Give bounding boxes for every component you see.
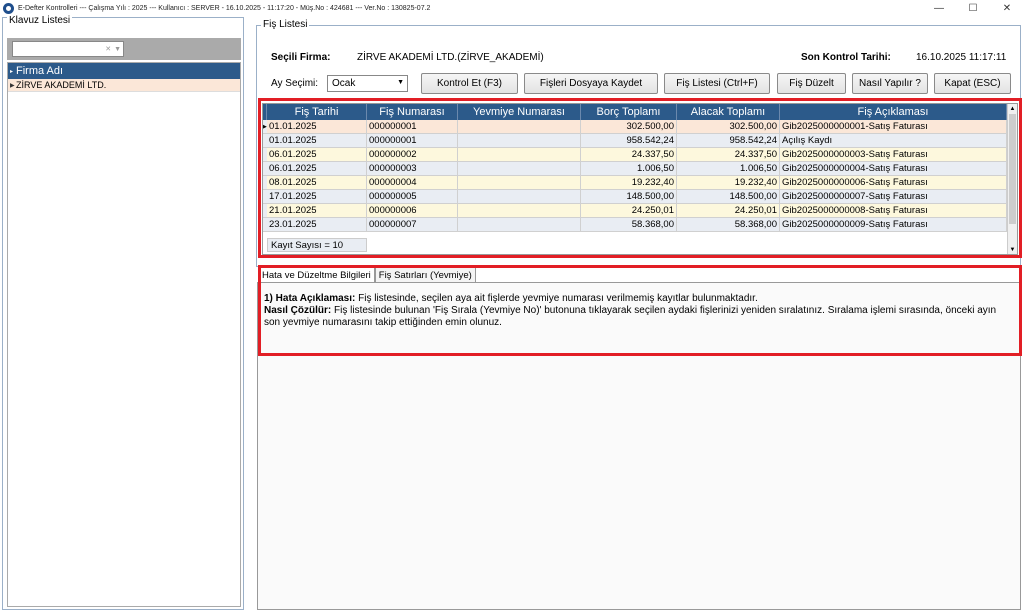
firm-list-header[interactable]: ▸ Firma Adı — [8, 63, 240, 79]
chevron-down-icon[interactable]: ▼ — [397, 79, 404, 86]
firm-label: Seçili Firma: — [271, 52, 331, 63]
window-title: E-Defter Kontrolleri --- Çalışma Yılı : … — [18, 4, 431, 12]
list-item[interactable]: ▶ ZİRVE AKADEMİ LTD. — [8, 79, 240, 92]
maximize-button[interactable]: ☐ — [956, 0, 990, 16]
filter-bar: ✕ ▼ — [7, 38, 241, 60]
info-highlight — [258, 265, 1022, 356]
save-to-file-button[interactable]: Fişleri Dosyaya Kaydet — [524, 73, 658, 94]
month-value: Ocak — [332, 78, 356, 89]
how-to-button[interactable]: Nasıl Yapılır ? — [852, 73, 928, 94]
toolbar: Ay Seçimi: Ocak ▼ Kontrol Et (F3) Fişler… — [265, 73, 1020, 95]
firm-name: ZİRVE AKADEMİ LTD. — [16, 80, 107, 90]
firm-value: ZİRVE AKADEMİ LTD.(ZİRVE_AKADEMİ) — [357, 52, 544, 63]
klavuz-panel: Klavuz Listesi ✕ ▼ ▸ Firma Adı ▶ ZİRVE A… — [2, 15, 244, 610]
close-esc-button[interactable]: Kapat (ESC) — [934, 73, 1011, 94]
app-icon — [3, 2, 14, 14]
last-check-value: 16.10.2025 11:17:11 — [916, 52, 1007, 63]
fis-list-button[interactable]: Fiş Listesi (Ctrl+F) — [664, 73, 770, 94]
month-select[interactable]: Ocak ▼ — [327, 75, 408, 92]
month-label: Ay Seçimi: — [271, 78, 319, 89]
firm-list-header-label: Firma Adı — [16, 65, 64, 77]
chevron-down-icon[interactable]: ▼ — [114, 46, 121, 53]
filter-combo[interactable]: ✕ ▼ — [12, 41, 124, 57]
close-icon[interactable]: ✕ — [105, 45, 111, 53]
kontrol-button[interactable]: Kontrol Et (F3) — [421, 73, 518, 94]
info-row: Seçili Firma: ZİRVE AKADEMİ LTD.(ZİRVE_A… — [271, 52, 1016, 66]
grid-highlight — [258, 98, 1022, 258]
fis-duzelt-button[interactable]: Fiş Düzelt — [777, 73, 846, 94]
close-button[interactable]: ✕ — [990, 0, 1024, 16]
fis-title: Fiş Listesi — [261, 19, 310, 30]
title-bar: E-Defter Kontrolleri --- Çalışma Yılı : … — [0, 0, 1024, 16]
klavuz-title: Klavuz Listesi — [7, 15, 73, 26]
last-check-label: Son Kontrol Tarihi: — [801, 52, 891, 63]
firm-list[interactable]: ▸ Firma Adı ▶ ZİRVE AKADEMİ LTD. — [7, 62, 241, 607]
minimize-button[interactable]: — — [922, 0, 956, 16]
